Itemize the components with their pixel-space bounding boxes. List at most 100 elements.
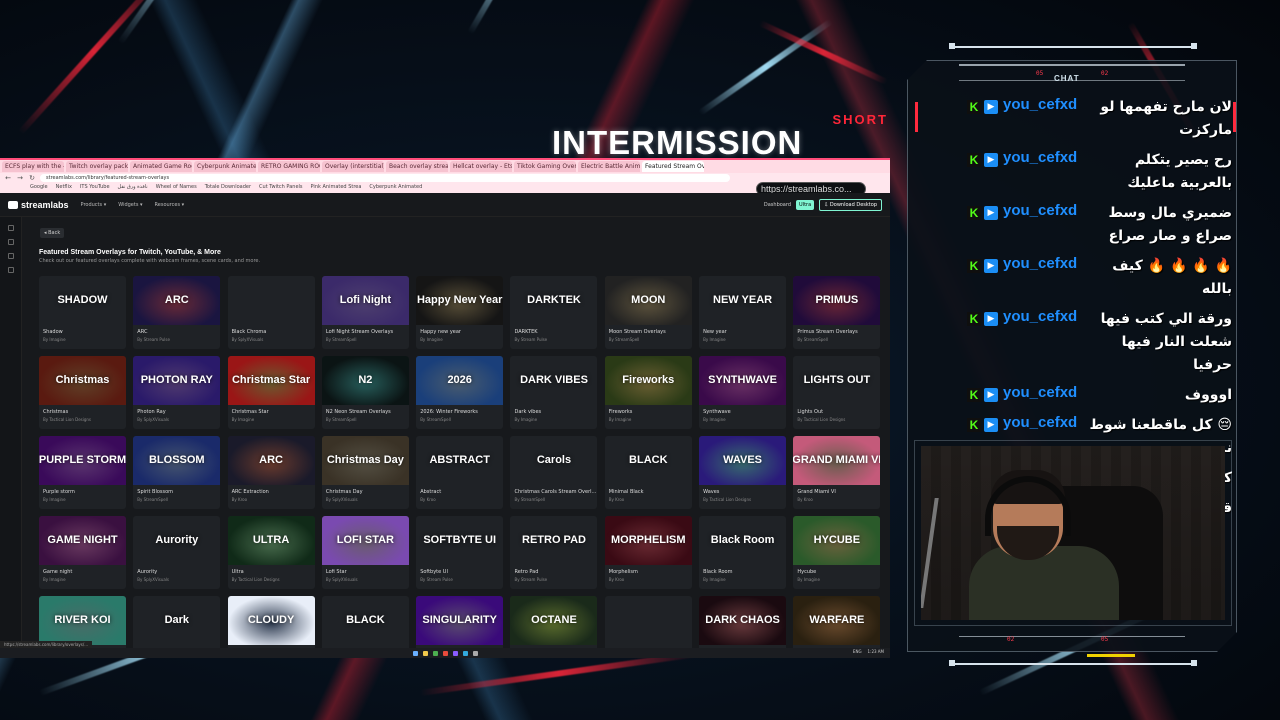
overlay-thumbnail[interactable]: Christmas Star <box>227 356 315 405</box>
browser-tab[interactable]: RETRO GAMING ROOM <box>258 161 320 172</box>
overlay-thumbnail[interactable]: HYCUBE <box>793 516 881 565</box>
nav-widgets[interactable]: Widgets ▾ <box>118 202 142 208</box>
overlay-card[interactable]: Christmas Star Christmas Star By Imagine <box>227 356 315 429</box>
overlay-name[interactable]: Grand Miami VI <box>793 485 880 495</box>
back-button[interactable]: ◂ Back <box>40 228 65 238</box>
overlay-thumbnail[interactable] <box>605 596 692 645</box>
overlay-author[interactable]: By StreamSpell <box>793 335 880 342</box>
overlay-card[interactable]: Christmas Day Christmas Day By SplyXVisual… <box>321 436 409 509</box>
overlay-name[interactable]: Lofi Night Stream Overlays <box>322 325 409 335</box>
overlay-thumbnail[interactable]: CLOUDY <box>227 596 315 645</box>
overlay-thumbnail[interactable]: DARK CHAOS <box>699 596 787 645</box>
overlay-author[interactable]: By StreamSpell <box>510 495 597 502</box>
overlay-thumbnail[interactable]: DARKTEK <box>510 276 597 325</box>
browser-tab[interactable]: ECFS play with the - YouT <box>2 161 64 172</box>
overlay-thumbnail[interactable]: PRIMUS <box>793 276 881 325</box>
overlay-name[interactable]: Moon Stream Overlays <box>605 325 692 335</box>
overlay-name[interactable]: Christmas Star <box>228 405 315 415</box>
overlay-name[interactable]: Fireworks <box>605 405 692 415</box>
overlay-card[interactable]: PHOTON RAY Photon Ray By SplyXVisuals <box>133 356 221 429</box>
overlay-author[interactable]: By Imagine <box>228 415 315 422</box>
overlay-card[interactable]: Happy New Year Happy new year By Imagine <box>416 276 504 349</box>
rail-icon[interactable] <box>7 239 14 245</box>
overlay-thumbnail[interactable]: BLACK <box>605 436 692 485</box>
overlay-author[interactable]: By Stream Pulse <box>416 575 503 582</box>
overlay-author[interactable]: By Tactical Lion Designs <box>39 415 126 422</box>
overlay-name[interactable]: Abstract <box>416 485 503 495</box>
overlay-author[interactable]: By Imagine <box>605 415 692 422</box>
overlay-name[interactable]: Dark vibes <box>510 405 597 415</box>
chat-username[interactable]: you_cefxd <box>1003 414 1077 431</box>
overlay-author[interactable]: By SplyXVisuals <box>133 575 220 582</box>
chat-username[interactable]: you_cefxd <box>1003 255 1077 272</box>
overlay-author[interactable]: By Imagine <box>510 415 597 422</box>
language-indicator[interactable]: ENG <box>853 649 862 654</box>
overlay-name[interactable]: New year <box>699 325 786 335</box>
overlay-author[interactable]: By SplyXVisuals <box>228 335 315 342</box>
overlay-name[interactable]: Christmas Carols Stream Overl... <box>510 485 597 495</box>
chrome-icon[interactable] <box>432 650 438 656</box>
nav-products[interactable]: Products ▾ <box>81 202 107 208</box>
bookmark-item[interactable]: Netflix <box>56 184 72 192</box>
overlay-card[interactable]: PURPLE STORM Purple storm By Imagine <box>39 436 126 509</box>
overlay-card[interactable]: GRAND MIAMI VI Grand Miami VI By Kroo <box>793 436 881 509</box>
bookmark-item[interactable]: Google <box>30 184 48 192</box>
overlay-card[interactable]: SOFTBYTE UI Softbyte UI By Stream Pulse <box>416 516 504 589</box>
overlay-card[interactable]: DARKTEK DARKTEK By Stream Pulse <box>510 276 598 349</box>
overlay-thumbnail[interactable] <box>228 276 315 325</box>
overlay-thumbnail[interactable]: LIGHTS OUT <box>793 356 880 405</box>
overlay-name[interactable]: N2 Neon Stream Overlays <box>322 405 409 415</box>
overlay-card[interactable]: NEW YEAR New year By Imagine <box>699 276 787 349</box>
overlay-name[interactable]: Lofi Star <box>322 565 409 575</box>
overlay-author[interactable]: By StreamSpell <box>133 495 220 502</box>
overlay-name[interactable]: Aurority <box>133 565 220 575</box>
clock[interactable]: 1:23 AM <box>868 649 884 654</box>
folder-icon[interactable] <box>422 650 428 656</box>
overlay-card[interactable]: WAVES Waves By Tactical Lion Designs <box>699 436 787 509</box>
overlay-thumbnail[interactable]: DARK VIBES <box>510 356 597 405</box>
browser-tab[interactable]: Beach overlay streamin <box>386 161 448 172</box>
app-icon[interactable] <box>472 650 478 656</box>
overlay-card[interactable]: MOON Moon Stream Overlays By StreamSpell <box>604 276 692 349</box>
overlay-thumbnail[interactable]: RIVER KOI <box>39 596 126 645</box>
overlay-name[interactable]: Happy new year <box>416 325 503 335</box>
overlay-card[interactable]: HYCUBE Hycube By Imagine <box>793 516 881 589</box>
overlay-card[interactable]: SYNTHWAVE Synthwave By Imagine <box>699 356 787 429</box>
overlay-author[interactable]: By Tactical Lion Designs <box>793 415 880 422</box>
overlay-author[interactable]: By StreamSpell <box>322 335 409 342</box>
overlay-thumbnail[interactable]: Fireworks <box>604 356 692 405</box>
browser-tab[interactable]: Overlay (interstitial) - Ve <box>322 161 384 172</box>
overlay-thumbnail[interactable]: ARC <box>227 436 315 485</box>
overlay-name[interactable]: DARKTEK <box>510 325 597 335</box>
rail-icon[interactable] <box>7 253 14 259</box>
overlay-author[interactable]: By Kroo <box>228 495 315 502</box>
overlay-author[interactable]: By Kroo <box>605 495 692 502</box>
overlay-name[interactable]: Lights Out <box>793 405 880 415</box>
overlay-card[interactable]: SHADOW Shadow By Imagine <box>39 276 126 349</box>
overlay-author[interactable]: By Imagine <box>39 335 126 342</box>
bookmark-item[interactable]: Cut Twitch Panels <box>259 184 302 192</box>
overlay-thumbnail[interactable]: Christmas <box>39 356 126 405</box>
overlay-author[interactable]: By SplyXVisuals <box>322 575 409 582</box>
overlay-thumbnail[interactable]: MOON <box>604 276 692 325</box>
overlay-thumbnail[interactable]: BLOSSOM <box>133 436 221 485</box>
overlay-thumbnail[interactable]: PHOTON RAY <box>133 356 221 405</box>
browser-tab[interactable]: Cyberpunk Animated St <box>194 161 256 172</box>
overlay-name[interactable]: Primus Stream Overlays <box>793 325 880 335</box>
overlay-author[interactable]: By Stream Pulse <box>510 575 597 582</box>
overlay-name[interactable]: Purple storm <box>39 485 126 495</box>
url-input[interactable]: streamlabs.com/library/featured-stream-o… <box>40 174 730 182</box>
overlay-author[interactable]: By Kroo <box>793 495 880 502</box>
overlay-thumbnail[interactable]: Dark <box>133 596 220 645</box>
overlay-author[interactable]: By StreamSpell <box>322 415 409 422</box>
overlay-name[interactable]: Waves <box>699 485 786 495</box>
overlay-thumbnail[interactable]: Aurority <box>133 516 220 565</box>
chat-username[interactable]: you_cefxd <box>1003 308 1077 325</box>
overlay-card[interactable]: PRIMUS Primus Stream Overlays By StreamSpe… <box>793 276 881 349</box>
overlay-thumbnail[interactable]: SOFTBYTE UI <box>416 516 503 565</box>
browser-tab[interactable]: Electric Battle Animat <box>578 161 640 172</box>
overlay-name[interactable]: Black Room <box>699 565 786 575</box>
browser-tab[interactable]: Featured Stream Overlay <box>642 161 704 172</box>
windows-icon[interactable] <box>412 650 418 656</box>
overlay-thumbnail[interactable]: RETRO PAD <box>510 516 597 565</box>
